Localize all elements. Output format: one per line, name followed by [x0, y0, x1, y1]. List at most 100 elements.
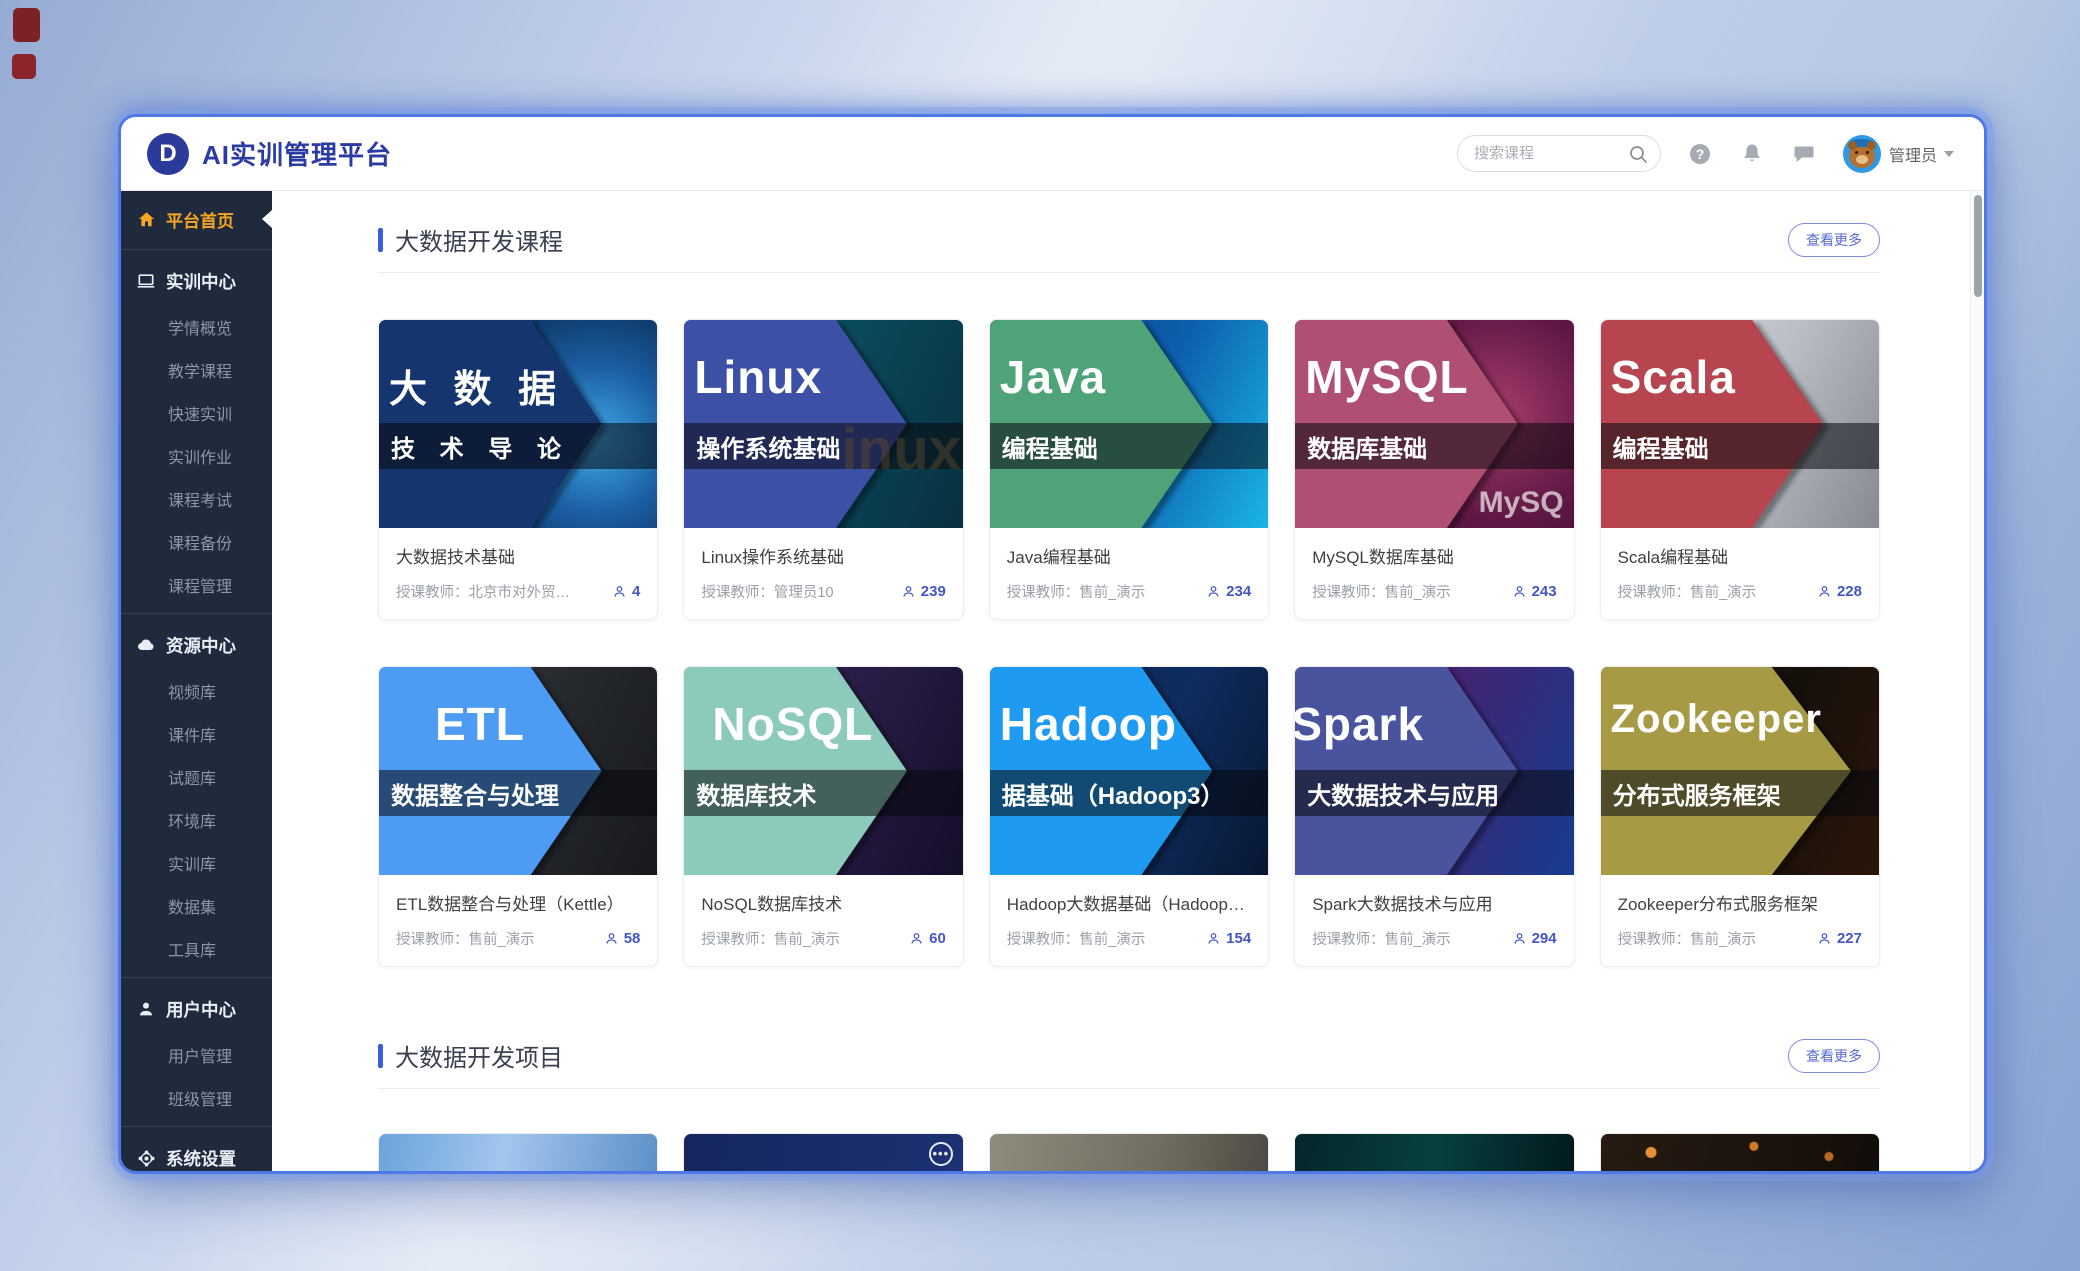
sidebar-item-learning-overview[interactable]: 学情概览 — [121, 305, 272, 348]
course-card[interactable]: MySQ MySQL 数据库基础 MySQL数据库基础 授课教师：售前_演示 2… — [1294, 319, 1574, 620]
case-thumbnail — [379, 1134, 657, 1171]
courses-row-2: ETL 数据整合与处理 ETL数据整合与处理（Kettle） 授课教师：售前_演… — [378, 666, 1880, 967]
course-card[interactable]: Java 编程基础 Java编程基础 授课教师：售前_演示 234 — [989, 319, 1269, 620]
case-thumbnail — [990, 1134, 1268, 1171]
sidebar-group-training-center[interactable]: 实训中心 — [121, 257, 272, 305]
course-card[interactable]: 大 数 据 技 术 导 论 大数据技术基础 授课教师：北京市对外贸易学校教...… — [378, 319, 658, 620]
user-icon — [136, 999, 156, 1019]
top-header: D AI实训管理平台 ? — [121, 117, 1984, 191]
course-teacher: 授课教师：售前_演示 — [1618, 581, 1757, 602]
thumb-sub-text: 据基础（Hadoop3） — [1002, 776, 1225, 811]
section-title: 大数据开发项目 — [395, 1038, 563, 1073]
course-card[interactable]: Scala 编程基础 Scala编程基础 授课教师：售前_演示 228 — [1600, 319, 1880, 620]
sidebar-item-training-homework[interactable]: 实训作业 — [121, 434, 272, 477]
app-title: AI实训管理平台 — [202, 135, 392, 172]
laptop-icon — [136, 271, 156, 291]
sidebar-item-training-library[interactable]: 实训库 — [121, 841, 272, 884]
course-count: 243 — [1532, 583, 1557, 600]
course-count: 227 — [1837, 930, 1862, 947]
notifications-bell-icon[interactable] — [1739, 141, 1765, 167]
project-case-card[interactable]: 大数据开发案例 — [378, 1133, 658, 1171]
sidebar-item-datasets[interactable]: 数据集 — [121, 884, 272, 927]
sidebar-item-course-backup[interactable]: 课程备份 — [121, 520, 272, 563]
group-label: 系统设置 — [166, 1146, 236, 1171]
person-count-icon — [1817, 931, 1832, 946]
thumb-sub-text: 数据库技术 — [696, 776, 816, 811]
sidebar-item-courseware-library[interactable]: 课件库 — [121, 712, 272, 755]
courses-row-1: 大 数 据 技 术 导 论 大数据技术基础 授课教师：北京市对外贸易学校教...… — [378, 319, 1880, 620]
vertical-scrollbar[interactable] — [1970, 191, 1984, 1171]
user-menu[interactable]: 管理员 — [1843, 135, 1954, 173]
sidebar-item-video-library[interactable]: 视频库 — [121, 669, 272, 712]
app-window: D AI实训管理平台 ? — [118, 114, 1987, 1174]
course-teacher: 授课教师：售前_演示 — [1312, 581, 1451, 602]
course-thumbnail: ETL 数据整合与处理 — [379, 667, 657, 875]
sidebar-item-quick-training[interactable]: 快速实训 — [121, 391, 272, 434]
view-more-courses-button[interactable]: 查看更多 — [1788, 223, 1880, 257]
sidebar-item-course-exams[interactable]: 课程考试 — [121, 477, 272, 520]
course-teacher: 授课教师：售前_演示 — [1007, 928, 1146, 949]
course-title: Java编程基础 — [1007, 543, 1251, 568]
project-case-card[interactable]: 大数据开发案例 — [1600, 1133, 1880, 1171]
person-count-icon — [1817, 584, 1832, 599]
sidebar-item-teaching-courses[interactable]: 教学课程 — [121, 348, 272, 391]
view-more-projects-button[interactable]: 查看更多 — [1788, 1039, 1880, 1073]
course-thumbnail: Hadoop 据基础（Hadoop3） — [990, 667, 1268, 875]
thumb-big-text: 大 数 据 — [389, 358, 564, 413]
course-card[interactable]: inux Linux 操作系统基础 Linux操作系统基础 授课教师：管理员10… — [683, 319, 963, 620]
person-count-icon — [612, 584, 627, 599]
sidebar-item-course-management[interactable]: 课程管理 — [121, 563, 272, 606]
section-accent-bar — [378, 1044, 383, 1068]
course-thumbnail: Scala 编程基础 — [1601, 320, 1879, 528]
course-thumbnail: Spark 大数据技术与应用 — [1295, 667, 1573, 875]
person-count-icon — [1512, 931, 1527, 946]
course-card[interactable]: NoSQL 数据库技术 NoSQL数据库技术 授课教师：售前_演示 60 — [683, 666, 963, 967]
user-avatar[interactable] — [1843, 135, 1881, 173]
course-teacher: 授课教师：售前_演示 — [396, 928, 535, 949]
search-input[interactable] — [1474, 145, 1622, 162]
sidebar-item-environment-library[interactable]: 环境库 — [121, 798, 272, 841]
help-icon[interactable]: ? — [1687, 141, 1713, 167]
sidebar-group-resource-center[interactable]: 资源中心 — [121, 621, 272, 669]
case-thumbnail — [1601, 1134, 1879, 1171]
projects-row: 大数据开发案例 ••• 大数据开发案例 大数据开发案例 大数据开发案例 — [378, 1133, 1880, 1171]
person-count-icon — [1512, 584, 1527, 599]
sidebar-item-class-management[interactable]: 班级管理 — [121, 1076, 272, 1119]
course-card[interactable]: ETL 数据整合与处理 ETL数据整合与处理（Kettle） 授课教师：售前_演… — [378, 666, 658, 967]
thumb-sub-text: 编程基础 — [1002, 429, 1098, 464]
course-title: Scala编程基础 — [1618, 543, 1862, 568]
ellipsis-icon: ••• — [929, 1142, 953, 1166]
course-card[interactable]: Zookeeper 分布式服务框架 Zookeeper分布式服务框架 授课教师：… — [1600, 666, 1880, 967]
course-thumbnail: inux Linux 操作系统基础 — [684, 320, 962, 528]
section-accent-bar — [378, 228, 383, 252]
gear-icon — [136, 1148, 156, 1168]
thumb-big-text: MySQL — [1305, 350, 1468, 404]
sidebar-group-system-settings[interactable]: 系统设置 — [121, 1134, 272, 1174]
course-title: Zookeeper分布式服务框架 — [1618, 890, 1862, 915]
course-card[interactable]: Hadoop 据基础（Hadoop3） Hadoop大数据基础（Hadoop3）… — [989, 666, 1269, 967]
course-teacher: 授课教师：售前_演示 — [701, 928, 840, 949]
sidebar-group-user-center[interactable]: 用户中心 — [121, 985, 272, 1033]
sidebar-item-user-management[interactable]: 用户管理 — [121, 1033, 272, 1076]
sidebar-divider — [121, 1126, 272, 1127]
project-case-card[interactable]: 大数据开发案例 — [989, 1133, 1269, 1171]
main-content: 大数据开发课程 查看更多 大 数 据 技 术 导 论 大数据技术基础 授课教师：… — [272, 191, 1984, 1171]
desktop-artifact — [12, 54, 36, 79]
scrollbar-thumb[interactable] — [1974, 195, 1982, 297]
project-case-card[interactable]: ••• 大数据开发案例 — [683, 1133, 963, 1171]
group-label: 资源中心 — [166, 633, 236, 658]
messages-icon[interactable] — [1791, 141, 1817, 167]
search-icon[interactable] — [1628, 144, 1648, 169]
thumb-big-text: Scala — [1611, 350, 1736, 404]
search-box[interactable] — [1457, 135, 1661, 172]
sidebar-item-question-library[interactable]: 试题库 — [121, 755, 272, 798]
section-title: 大数据开发课程 — [395, 222, 563, 257]
course-card[interactable]: Spark 大数据技术与应用 Spark大数据技术与应用 授课教师：售前_演示 … — [1294, 666, 1574, 967]
course-title: 大数据技术基础 — [396, 543, 640, 568]
person-count-icon — [909, 931, 924, 946]
project-case-card[interactable]: 大数据开发案例 — [1294, 1133, 1574, 1171]
sidebar-item-platform-home[interactable]: 平台首页 — [121, 196, 272, 242]
sidebar-item-tool-library[interactable]: 工具库 — [121, 927, 272, 970]
course-title: MySQL数据库基础 — [1312, 543, 1556, 568]
case-thumbnail — [1295, 1134, 1573, 1171]
